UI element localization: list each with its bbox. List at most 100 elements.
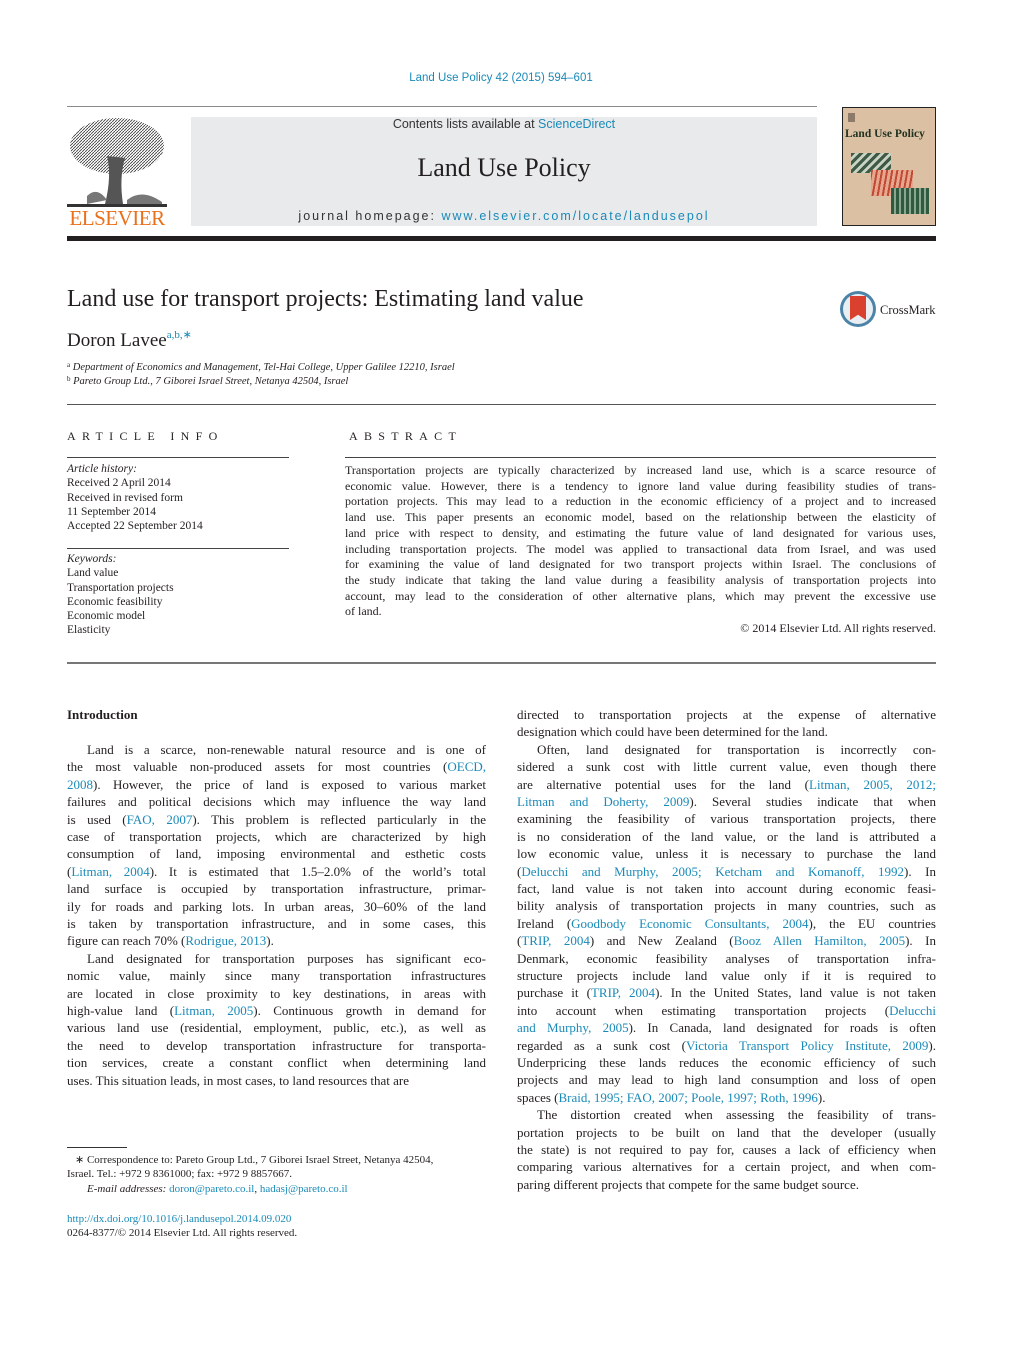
author-affiliation-marks[interactable]: a,b,∗ bbox=[167, 329, 192, 341]
homepage-link[interactable]: www.elsevier.com/locate/landusepol bbox=[441, 209, 709, 223]
journal-banner: Contents lists available at ScienceDirec… bbox=[191, 117, 817, 226]
author: Doron Laveea,b,∗ bbox=[67, 328, 192, 352]
affiliation-text: Pareto Group Ltd., 7 Giborei Israel Stre… bbox=[73, 376, 349, 387]
body-line: uses. This situation leads, in most case… bbox=[67, 1072, 486, 1089]
abstract-line: land use. This paper presents an economi… bbox=[345, 510, 936, 525]
corresponding-author-mark[interactable]: ∗ bbox=[183, 329, 192, 341]
email-link[interactable]: doron@pareto.co.il bbox=[169, 1183, 254, 1195]
abstract-line: land price with respect to density, and … bbox=[345, 525, 936, 540]
body-text: sidered a sunk cost with little current … bbox=[517, 759, 936, 775]
body-line: is taken by transportation infrastructur… bbox=[67, 915, 486, 932]
keyword: Land value bbox=[67, 567, 119, 579]
crossmark-label: CrossMark bbox=[880, 303, 936, 317]
body-line: Ireland (Goodbody Economic Consultants, … bbox=[517, 915, 936, 932]
body-text: uses. This situation leads, in most case… bbox=[67, 1072, 410, 1088]
body-text: ). It is estimated that 1.5–2.0% of the … bbox=[149, 863, 486, 879]
body-text: ily for roads and parking lots. In urban… bbox=[67, 898, 486, 914]
crossmark-button[interactable]: CrossMark bbox=[840, 291, 940, 331]
abstract-copyright: © 2014 Elsevier Ltd. All rights reserved… bbox=[740, 621, 936, 635]
citation-link[interactable]: Booz Allen Hamilton, 2005 bbox=[734, 933, 905, 948]
body-line: the state) is not required to pay for, c… bbox=[517, 1141, 936, 1158]
cover-image-town bbox=[891, 188, 929, 214]
sciencedirect-link[interactable]: ScienceDirect bbox=[538, 117, 615, 131]
contents-prefix: Contents lists available at bbox=[392, 117, 539, 131]
abstract-line: of land. bbox=[345, 604, 382, 619]
email-link[interactable]: hadasj@pareto.co.il bbox=[260, 1183, 348, 1195]
title-divider bbox=[67, 404, 936, 405]
elsevier-logo[interactable]: ELSEVIER bbox=[67, 116, 167, 230]
body-line: figure can reach 70% (Rodrigue, 2013). bbox=[67, 932, 486, 949]
journal-citation[interactable]: Land Use Policy 42 (2015) 594–601 bbox=[0, 72, 1002, 84]
body-line: are alternative potential uses for the l… bbox=[517, 776, 936, 793]
body-line: high-value land (Litman, 2005). Continuo… bbox=[67, 1002, 486, 1019]
history-item: Received in revised form bbox=[67, 492, 183, 504]
header-divider bbox=[67, 106, 817, 107]
abstract-line: Transportation projects are typically ch… bbox=[345, 463, 936, 477]
correspondence-note: ∗ Correspondence to: Pareto Group Ltd., … bbox=[75, 1154, 434, 1166]
body-text: nomic value, mainly since many transport… bbox=[67, 968, 486, 984]
citation-link[interactable]: and Murphy, 2005 bbox=[517, 1020, 629, 1035]
body-line: projects and may lead to high land consu… bbox=[517, 1071, 936, 1088]
history-label: Article history: bbox=[67, 463, 137, 475]
body-text: fact, land value is not taken into accou… bbox=[517, 881, 936, 896]
cover-title: Land Use Policy bbox=[845, 128, 925, 140]
body-line: fact, land value is not taken into accou… bbox=[517, 880, 936, 897]
article-info-heading: ARTICLE INFO bbox=[67, 429, 224, 443]
article-info-rule bbox=[67, 457, 289, 458]
citation-link[interactable]: Litman, 2004 bbox=[71, 864, 149, 879]
body-text: Denmark, economic feasibility analyses o… bbox=[517, 950, 936, 966]
body-text: failures and political decisions which m… bbox=[67, 794, 486, 810]
body-line: land surface is occupied by transportati… bbox=[67, 880, 486, 897]
journal-name: Land Use Policy bbox=[417, 153, 591, 182]
citation-link[interactable]: Litman and Doherty, 2009 bbox=[517, 794, 689, 809]
body-line: portation projects to be built on land t… bbox=[517, 1124, 936, 1141]
body-line: Underpricing these lands reduces the eco… bbox=[517, 1054, 936, 1071]
doi-line: http://dx.doi.org/10.1016/j.landusepol.2… bbox=[67, 1212, 486, 1227]
body-text: Often, land designated for transportatio… bbox=[537, 741, 936, 757]
affiliation-marks[interactable]: a,b, bbox=[167, 329, 183, 341]
body-text: are alternative potential uses for the l… bbox=[517, 776, 809, 792]
citation-link[interactable]: Delucchi bbox=[889, 1003, 936, 1018]
citation-link[interactable]: Goodbody Economic Consultants, 2004 bbox=[571, 916, 808, 931]
citation-link[interactable]: Victoria Transport Policy Institute, 200… bbox=[686, 1038, 928, 1053]
citation-link[interactable]: TRIP, 2004 bbox=[521, 933, 589, 948]
abstract-line: for examining the value of land designat… bbox=[345, 557, 936, 572]
citation-link[interactable]: Braid, 1995; FAO, 2007; Poole, 1997; Rot… bbox=[559, 1090, 818, 1105]
citation-link[interactable]: Rodrigue, 2013 bbox=[185, 933, 266, 948]
citation-link[interactable]: FAO, 2007 bbox=[127, 812, 193, 827]
body-line: (TRIP, 2004) and New Zealand (Booz Allen… bbox=[517, 932, 936, 949]
citation-link[interactable]: Litman, 2005, 2012; bbox=[809, 777, 936, 792]
body-line: paring different projects that compete f… bbox=[517, 1176, 936, 1193]
email-label: E-mail addresses: bbox=[87, 1183, 170, 1195]
citation-link[interactable]: Delucchi and Murphy, 2005; Ketcham and K… bbox=[521, 864, 904, 879]
body-text: ). This problem is reflected particularl… bbox=[192, 811, 486, 827]
body-text: ). Continuous growth in demand for bbox=[253, 1003, 486, 1018]
body-text: high-value land ( bbox=[67, 1003, 175, 1018]
body-text: comparing various alternatives for a cer… bbox=[517, 1159, 936, 1175]
body-line: The distortion created when assessing th… bbox=[517, 1106, 936, 1123]
abstract-line: portation projects. This may lead to a r… bbox=[345, 494, 936, 509]
journal-cover[interactable]: Land Use Policy bbox=[842, 107, 936, 226]
body-line: directed to transportation projects at t… bbox=[517, 706, 936, 723]
abstract-line: economic value. However, there is a tend… bbox=[345, 478, 936, 493]
body-text: is used ( bbox=[67, 811, 127, 827]
citation-link[interactable]: OECD, bbox=[447, 759, 486, 774]
body-text: low economic value, unless it is necessa… bbox=[517, 846, 936, 862]
journal-homepage: journal homepage: www.elsevier.com/locat… bbox=[191, 209, 817, 223]
body-line: tion services, create a constant conflic… bbox=[67, 1054, 486, 1071]
correspondence-note-cont: Israel. Tel.: +972 9 8361000; fax: +972 … bbox=[67, 1168, 292, 1180]
elsevier-wordmark: ELSEVIER bbox=[69, 206, 165, 230]
body-text: is no consideration of the land value, o… bbox=[517, 828, 936, 844]
keyword: Economic feasibility bbox=[67, 596, 163, 608]
abstract-heading: ABSTRACT bbox=[349, 429, 463, 443]
citation-link[interactable]: 2008 bbox=[67, 777, 93, 792]
body-text: examining the feasibility of various tra… bbox=[517, 811, 936, 827]
keywords-label: Keywords: bbox=[67, 553, 117, 565]
citation-link[interactable]: TRIP, 2004 bbox=[591, 985, 655, 1000]
author-name[interactable]: Doron Lavee bbox=[67, 330, 167, 351]
body-text: ). In bbox=[905, 933, 936, 949]
abstract-divider bbox=[67, 662, 936, 664]
body-line: (Delucchi and Murphy, 2005; Ketcham and … bbox=[517, 863, 936, 880]
citation-link[interactable]: Litman, 2005 bbox=[174, 1003, 253, 1018]
doi-link[interactable]: http://dx.doi.org/10.1016/j.landusepol.2… bbox=[67, 1213, 291, 1225]
